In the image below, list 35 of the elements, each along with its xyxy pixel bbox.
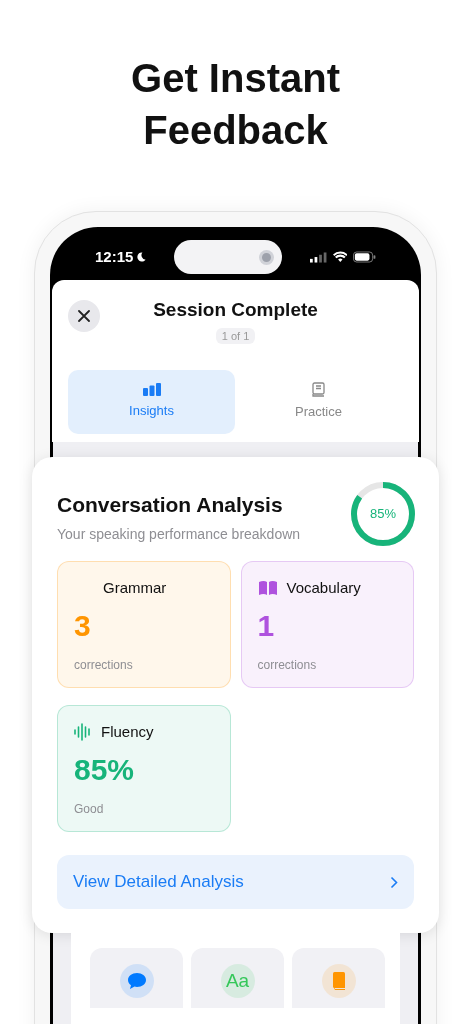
- moon-icon: [136, 251, 147, 263]
- metric-value: 85%: [74, 752, 136, 788]
- metric-value: 1: [257, 608, 276, 644]
- score-reading: 85%: [370, 505, 396, 524]
- card-subtitle: Your speaking performance breakdown: [57, 524, 301, 544]
- shortcut-tile[interactable]: [292, 948, 385, 1008]
- book-icon: [330, 971, 347, 991]
- headline: Get Instant Feedback: [130, 55, 341, 154]
- wifi-icon: [332, 251, 348, 263]
- metric-label: Grammar: [103, 577, 167, 598]
- speech-bubble-icon: [126, 972, 147, 990]
- close-icon: [78, 310, 90, 322]
- book-icon: [257, 580, 278, 596]
- metric-caption: corrections: [74, 657, 134, 674]
- metric-value: 3: [74, 608, 92, 644]
- shortcut-tile[interactable]: [90, 948, 183, 1008]
- signal-icon: [310, 251, 327, 263]
- metric-caption: Good: [74, 801, 105, 818]
- metric-caption: corrections: [257, 657, 318, 674]
- detailed-analysis-button[interactable]: View Detailed Analysis: [57, 855, 414, 909]
- card-title: Conversation Analysis: [57, 492, 284, 518]
- tab[interactable]: Insights: [68, 370, 235, 434]
- metric-label: Fluency: [101, 721, 154, 742]
- chevron-right-icon: [390, 875, 398, 889]
- sheet-title: Session Complete: [153, 298, 318, 322]
- metric-label: Vocabulary: [286, 577, 361, 598]
- waveform-icon: [74, 723, 92, 741]
- battery-icon: [353, 251, 376, 263]
- bar-chart-icon: [142, 383, 161, 397]
- tab[interactable]: Practice: [235, 370, 402, 434]
- status-time: 12:15: [95, 246, 134, 267]
- text-format-label: Aa: [225, 968, 250, 993]
- book-icon: [312, 382, 325, 398]
- page-indicator: 1 of 1: [215, 327, 256, 344]
- close-button[interactable]: [68, 300, 100, 332]
